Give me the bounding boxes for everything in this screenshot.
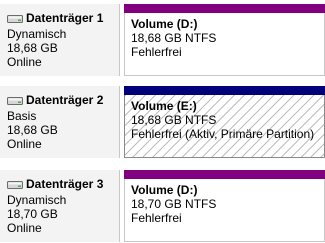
disk-size-3: 18,70 GB xyxy=(7,207,58,221)
disk-row-1: Datenträger 1 Dynamisch 18,68 GB Online … xyxy=(0,4,325,76)
volume-status-1: Fehlerfrei xyxy=(131,45,182,59)
disk-name-1: Datenträger 1 xyxy=(26,11,104,25)
volume-info-3: 18,70 GB NTFS xyxy=(131,197,217,211)
volume-status-2: Fehlerfrei (Aktiv, Primäre Partition) xyxy=(131,127,315,141)
primary-partition-bar xyxy=(124,86,325,95)
volume-info-2: 18,68 GB NTFS xyxy=(131,113,217,127)
disk-info-panel-3[interactable]: Datenträger 3 Dynamisch 18,70 GB Online xyxy=(0,170,120,242)
volume-name-1: Volume (D:) xyxy=(131,17,198,31)
disk-row-2: Datenträger 2 Basis 18,68 GB Online Volu… xyxy=(0,86,325,158)
hard-disk-icon xyxy=(7,181,23,189)
dynamic-volume-bar xyxy=(124,170,325,179)
hard-disk-icon xyxy=(7,97,23,105)
volume-info-1: 18,68 GB NTFS xyxy=(131,31,217,45)
disk-type-1: Dynamisch xyxy=(7,27,67,41)
disk-management-graphical-view: Datenträger 1 Dynamisch 18,68 GB Online … xyxy=(0,0,325,243)
disk-type-3: Dynamisch xyxy=(7,193,67,207)
disk-status-1: Online xyxy=(7,55,42,69)
disk-info-panel-1[interactable]: Datenträger 1 Dynamisch 18,68 GB Online xyxy=(0,4,120,76)
volume-block-2[interactable]: Volume (E:) 18,68 GB NTFS Fehlerfrei (Ak… xyxy=(124,86,325,158)
disk-size-2: 18,68 GB xyxy=(7,123,58,137)
disk-name-2: Datenträger 2 xyxy=(26,93,104,107)
disk-status-3: Online xyxy=(7,221,42,235)
dynamic-volume-bar xyxy=(124,4,325,13)
volume-block-3[interactable]: Volume (D:) 18,70 GB NTFS Fehlerfrei xyxy=(124,170,325,242)
disk-status-2: Online xyxy=(7,137,42,151)
disk-size-1: 18,68 GB xyxy=(7,41,58,55)
volume-body-3[interactable]: Volume (D:) 18,70 GB NTFS Fehlerfrei xyxy=(124,179,325,242)
disk-type-2: Basis xyxy=(7,109,37,123)
volume-body-2-selected[interactable]: Volume (E:) 18,68 GB NTFS Fehlerfrei (Ak… xyxy=(124,95,325,158)
volume-block-1[interactable]: Volume (D:) 18,68 GB NTFS Fehlerfrei xyxy=(124,4,325,76)
volume-status-3: Fehlerfrei xyxy=(131,211,182,225)
disk-info-panel-2[interactable]: Datenträger 2 Basis 18,68 GB Online xyxy=(0,86,120,158)
volume-name-3: Volume (D:) xyxy=(131,183,198,197)
volume-body-1[interactable]: Volume (D:) 18,68 GB NTFS Fehlerfrei xyxy=(124,13,325,76)
hard-disk-icon xyxy=(7,15,23,23)
disk-row-3: Datenträger 3 Dynamisch 18,70 GB Online … xyxy=(0,170,325,242)
volume-name-2: Volume (E:) xyxy=(131,99,197,113)
disk-name-3: Datenträger 3 xyxy=(26,177,104,191)
